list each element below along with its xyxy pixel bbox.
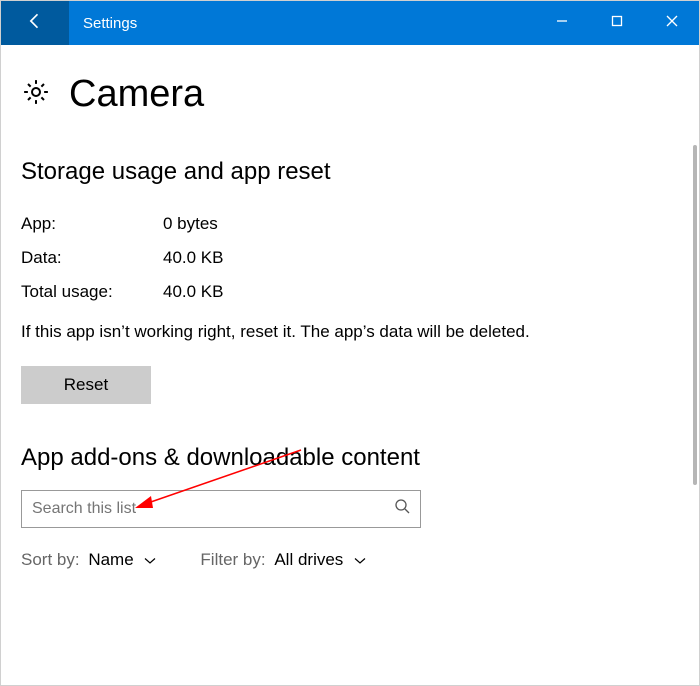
filter-by-value: All drives	[274, 550, 343, 569]
reset-description: If this app isn’t working right, reset i…	[21, 320, 631, 344]
app-size-label: App:	[21, 214, 163, 234]
total-size-value: 40.0 KB	[163, 282, 224, 302]
storage-section-title: Storage usage and app reset	[21, 158, 679, 186]
maximize-button[interactable]	[589, 1, 644, 45]
close-button[interactable]	[644, 1, 699, 45]
sort-by-label: Sort by:	[21, 550, 80, 569]
minimize-icon	[556, 14, 568, 32]
data-size-row: Data: 40.0 KB	[21, 248, 679, 268]
scrollbar-thumb[interactable]	[693, 145, 697, 485]
sort-by-value: Name	[88, 550, 133, 569]
minimize-button[interactable]	[534, 1, 589, 45]
filter-by-label: Filter by:	[200, 550, 265, 569]
filter-by-dropdown[interactable]: Filter by: All drives	[200, 550, 366, 570]
filter-row: Sort by: Name Filter by: All drives	[21, 550, 679, 570]
chevron-down-icon	[354, 550, 366, 569]
search-container	[21, 490, 421, 528]
page-header: Camera	[21, 73, 679, 116]
scrollbar[interactable]	[686, 45, 697, 683]
window-title: Settings	[69, 15, 534, 32]
chevron-down-icon	[144, 550, 156, 569]
back-arrow-icon	[25, 11, 45, 36]
total-size-row: Total usage: 40.0 KB	[21, 282, 679, 302]
page-title: Camera	[69, 73, 204, 116]
search-input[interactable]	[32, 500, 394, 518]
back-button[interactable]	[1, 1, 69, 45]
close-icon	[666, 14, 678, 32]
search-icon[interactable]	[394, 498, 410, 519]
reset-button[interactable]: Reset	[21, 366, 151, 404]
sort-by-dropdown[interactable]: Sort by: Name	[21, 550, 156, 570]
total-size-label: Total usage:	[21, 282, 163, 302]
maximize-icon	[611, 14, 623, 32]
app-size-value: 0 bytes	[163, 214, 218, 234]
addons-section-title: App add-ons & downloadable content	[21, 444, 679, 472]
app-size-row: App: 0 bytes	[21, 214, 679, 234]
data-size-label: Data:	[21, 248, 163, 268]
window-titlebar: Settings	[1, 1, 699, 45]
data-size-value: 40.0 KB	[163, 248, 224, 268]
gear-icon	[21, 77, 51, 112]
content-area: Camera Storage usage and app reset App: …	[1, 45, 699, 685]
